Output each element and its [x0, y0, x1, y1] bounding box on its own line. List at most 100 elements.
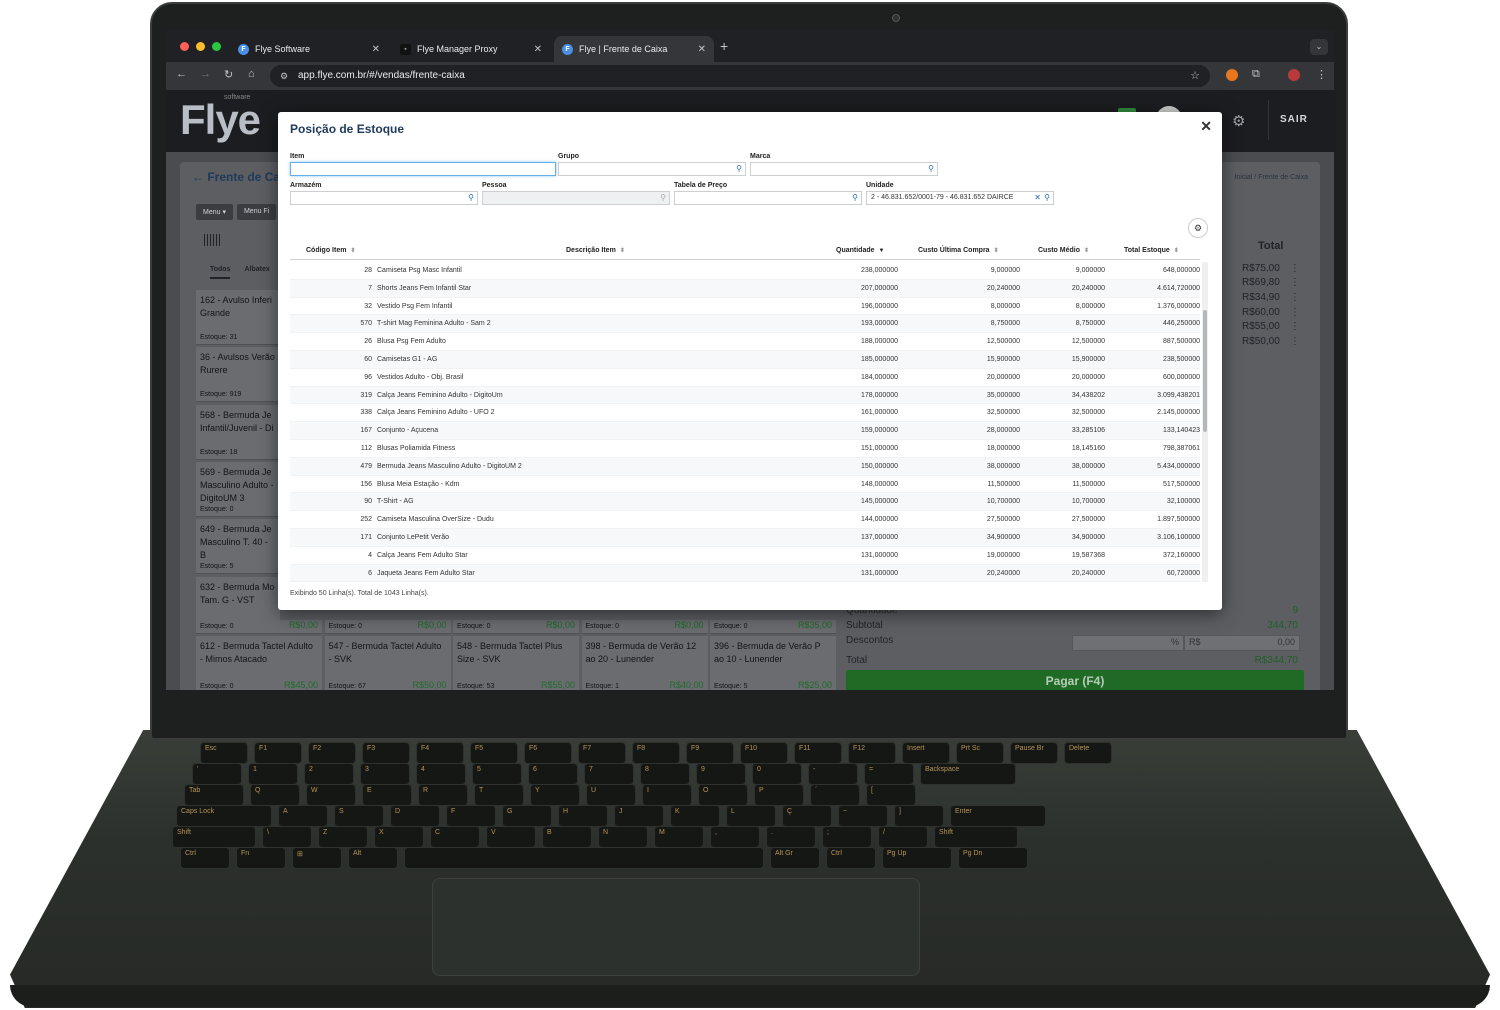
search-icon[interactable]: ⚲: [468, 192, 474, 204]
kebab-menu-icon[interactable]: ⋮: [1290, 321, 1300, 332]
column-code[interactable]: Código Item ⬍: [306, 247, 355, 254]
pay-button[interactable]: Pagar (F4): [846, 670, 1304, 690]
product-card-footer[interactable]: Estoque: 0 R$0,00: [196, 620, 322, 634]
home-icon[interactable]: ⌂: [248, 68, 255, 80]
product-card-footer[interactable]: Estoque: 0 R$0,00: [324, 620, 451, 634]
tab-albatex[interactable]: Albatex: [244, 266, 269, 279]
product-card[interactable]: 569 - Bermuda Je Masculino Adulto - Digi…: [196, 461, 280, 517]
table-row[interactable]: 338 Calça Jeans Feminino Adulto - UFO 2 16…: [290, 404, 1200, 423]
cart-line[interactable]: R$34,90 ⋮: [1242, 290, 1300, 305]
product-card[interactable]: 398 - Bermuda de Verão 12 ao 20 - Lunend…: [581, 636, 708, 690]
grid-settings-gear-icon[interactable]: ⚙: [1188, 218, 1208, 238]
column-last-cost[interactable]: Custo Última Compra ⬍: [918, 247, 999, 254]
product-card-footer[interactable]: Estoque: 0 R$35,00: [710, 620, 836, 634]
table-row[interactable]: 112 Blusas Poliamida Fitness 151,000000 18,…: [290, 440, 1200, 458]
new-tab-icon[interactable]: +: [720, 38, 728, 54]
extensions-puzzle-icon[interactable]: ⧉: [1252, 68, 1260, 81]
column-total-stock[interactable]: Total Estoque ⬍: [1124, 247, 1179, 254]
forward-icon[interactable]: →: [200, 68, 211, 80]
menu-button[interactable]: Menu ▾: [196, 204, 233, 220]
back-icon[interactable]: ←: [176, 68, 187, 80]
cart-line[interactable]: R$55,00 ⋮: [1242, 319, 1300, 334]
column-avg-cost[interactable]: Custo Médio ⬍: [1038, 247, 1089, 254]
product-card[interactable]: 547 - Bermuda Tactel Adulto - SVK Estoque…: [324, 636, 451, 690]
search-icon[interactable]: ⚲: [736, 163, 742, 175]
item-input[interactable]: [290, 162, 556, 176]
browser-tab-flye-software[interactable]: F Flye Software ✕: [230, 36, 388, 62]
table-row[interactable]: 90 T-Shirt - AG 145,000000 10,700000 10,7000…: [290, 493, 1200, 512]
address-bar[interactable]: ⚙ app.flye.com.br/#/vendas/frente-caixa …: [270, 65, 1210, 87]
kebab-menu-icon[interactable]: ⋮: [1290, 307, 1300, 318]
group-input[interactable]: ⚲: [558, 162, 746, 176]
product-card[interactable]: 162 - Avulso Inferi Grande Estoque: 31: [196, 290, 280, 345]
search-icon[interactable]: ⚲: [1044, 192, 1050, 204]
product-card[interactable]: 612 - Bermuda Tactel Adulto - Mimos Atac…: [196, 636, 322, 690]
product-card-footer[interactable]: Estoque: 0 R$0,00: [453, 620, 579, 634]
kebab-menu-icon[interactable]: ⋮: [1290, 277, 1300, 288]
brand-input[interactable]: ⚲: [750, 162, 938, 176]
barcode-icon[interactable]: [204, 234, 220, 246]
cart-line[interactable]: R$60,00 ⋮: [1242, 305, 1300, 320]
browser-tab-frente-de-caixa[interactable]: F Flye | Frente de Caixa ✕: [554, 36, 714, 62]
table-row[interactable]: 4 Calça Jeans Fem Adulto Star 131,000000 19…: [290, 547, 1200, 565]
kebab-menu-icon[interactable]: ⋮: [1290, 336, 1300, 347]
product-card[interactable]: 36 - Avulsos Verão Rurere Estoque: 919: [196, 347, 280, 403]
site-info-icon[interactable]: ⚙: [280, 65, 288, 87]
kebab-menu-icon[interactable]: ⋮: [1290, 263, 1300, 274]
browser-tab-flye-manager-proxy[interactable]: ▪ Flye Manager Proxy ✕: [392, 36, 550, 62]
gear-icon[interactable]: ⚙: [1232, 112, 1245, 130]
minimize-window-button[interactable]: [196, 42, 205, 51]
close-icon[interactable]: ✕: [1200, 118, 1212, 135]
search-icon[interactable]: ⚲: [852, 192, 858, 204]
browser-menu-icon[interactable]: ⋮: [1316, 68, 1327, 81]
search-icon[interactable]: ⚲: [928, 163, 934, 175]
product-card[interactable]: 548 - Bermuda Tactel Plus Size - SVK Esto…: [453, 636, 579, 690]
table-row[interactable]: 171 Conjunto LePetit Verão 137,000000 34,90…: [290, 528, 1200, 547]
kebab-menu-icon[interactable]: ⋮: [1290, 292, 1300, 303]
close-tab-icon[interactable]: ✕: [372, 44, 380, 55]
extension-icon[interactable]: [1226, 69, 1238, 81]
product-card-footer[interactable]: Estoque: 0 R$0,00: [581, 620, 708, 634]
product-card[interactable]: 568 - Bermuda Je Infantil/Juvenil - Di Es…: [196, 404, 280, 460]
column-description[interactable]: Descrição Item ⬍: [566, 247, 625, 254]
table-scrollbar-thumb[interactable]: [1203, 310, 1207, 432]
profile-avatar-icon[interactable]: [1288, 69, 1300, 81]
tab-todos[interactable]: Todos: [210, 266, 231, 279]
cart-line[interactable]: R$69,80 ⋮: [1242, 276, 1300, 291]
table-row[interactable]: 570 T-shirt Mag Feminina Adulto - Sam 2 19…: [290, 315, 1200, 334]
table-row[interactable]: 32 Vestido Psg Fem Infantil 196,000000 8,00…: [290, 298, 1200, 316]
reload-icon[interactable]: ↻: [224, 68, 233, 81]
table-row[interactable]: 7 Shorts Jeans Fem Infantil Star 207,00000…: [290, 279, 1200, 298]
product-card[interactable]: 649 - Bermuda Je Masculino T. 40 - B Esto…: [196, 519, 280, 575]
table-row[interactable]: 96 Vestidos Adulto - Obj. Brasil 184,00000…: [290, 369, 1200, 387]
table-row[interactable]: 60 Camisetas G1 - AG 185,000000 15,900000 15…: [290, 350, 1200, 369]
breadcrumb-home[interactable]: Inicial: [1234, 174, 1252, 181]
bookmark-star-icon[interactable]: ☆: [1190, 65, 1200, 87]
unit-input[interactable]: 2 - 46.831.652/0001-79 - 46.831.652 DAIR…: [866, 191, 1054, 205]
logout-button[interactable]: SAIR: [1280, 114, 1308, 125]
column-quantity[interactable]: Quantidade ▼: [836, 247, 884, 254]
table-row[interactable]: 6 Jaqueta Jeans Fem Adulto Star 131,000000…: [290, 564, 1200, 582]
warehouse-input[interactable]: ⚲: [290, 191, 478, 205]
table-row[interactable]: 28 Camiseta Psg Masc Infantil 238,000000 9,…: [290, 262, 1200, 280]
person-input[interactable]: ⚲: [482, 191, 670, 205]
table-row[interactable]: 319 Calça Jeans Feminino Adulto - DigitoU…: [290, 386, 1200, 405]
table-row[interactable]: 479 Bermuda Jeans Masculino Adulto - Digi…: [290, 457, 1200, 476]
discount-percent-field[interactable]: %: [1072, 635, 1184, 651]
close-window-button[interactable]: [180, 42, 189, 51]
tab-search-icon[interactable]: ⌄: [1310, 39, 1328, 55]
table-row[interactable]: 156 Blusa Meia Estação - Kdm 148,000000 11,…: [290, 476, 1200, 494]
price-table-input[interactable]: ⚲: [674, 191, 862, 205]
table-row[interactable]: 167 Conjunto - Açucena 159,000000 28,000000…: [290, 422, 1200, 440]
table-row[interactable]: 26 Blusa Psg Fem Adulto 188,000000 12,50000…: [290, 333, 1200, 351]
maximize-window-button[interactable]: [212, 42, 221, 51]
table-row[interactable]: 252 Camiseta Masculina OverSize - Dudu 144…: [290, 511, 1200, 529]
close-tab-icon[interactable]: ✕: [534, 44, 542, 55]
back-arrow-icon[interactable]: ←: [192, 170, 207, 184]
cart-line[interactable]: R$50,00 ⋮: [1242, 334, 1300, 349]
cart-line[interactable]: R$75,00 ⋮: [1242, 261, 1300, 276]
product-card[interactable]: 396 - Bermuda de Verão P ao 10 - Lunende…: [710, 636, 836, 690]
menu-fiscal-button[interactable]: Menu Fi: [236, 204, 277, 220]
discount-value-field[interactable]: R$ 0,00: [1184, 635, 1300, 651]
close-tab-icon[interactable]: ✕: [698, 44, 706, 55]
